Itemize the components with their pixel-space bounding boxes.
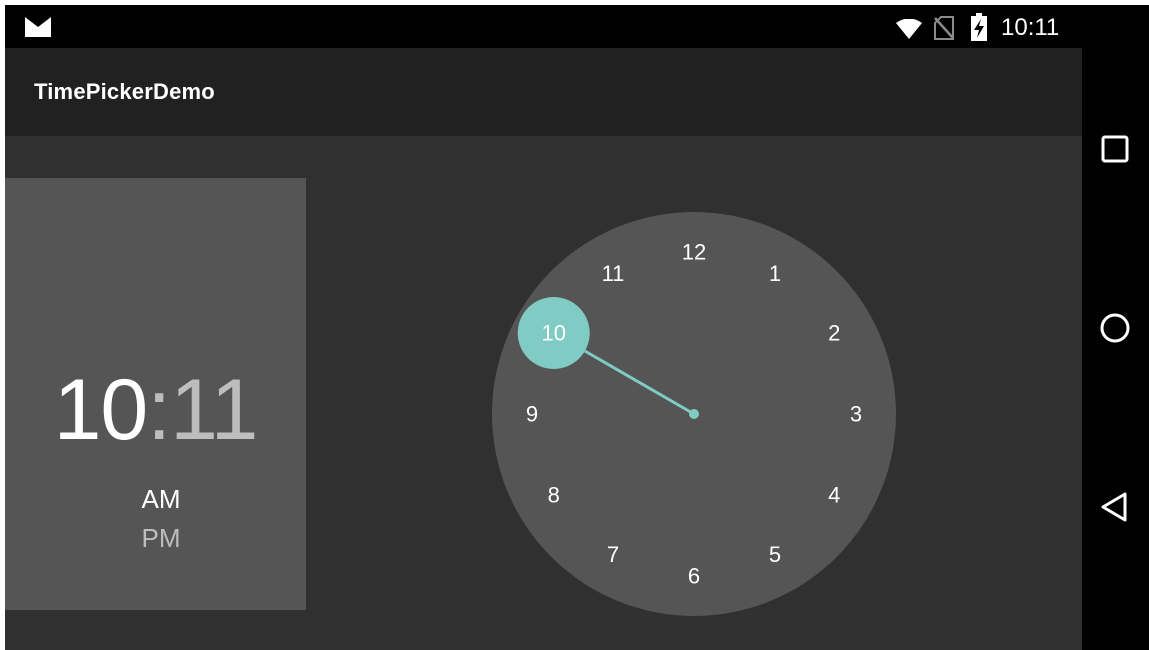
home-icon — [1100, 313, 1130, 343]
navigation-bar — [1082, 5, 1149, 650]
home-button[interactable] — [1097, 310, 1133, 346]
pm-toggle[interactable]: PM — [5, 523, 317, 553]
app-title: TimePickerDemo — [34, 79, 215, 104]
clock-number-8[interactable]: 8 — [548, 483, 560, 508]
clock-number-5[interactable]: 5 — [769, 542, 781, 567]
time-separator: : — [147, 362, 171, 458]
clock-number-7[interactable]: 7 — [607, 542, 619, 567]
clock-number-2[interactable]: 2 — [828, 321, 840, 346]
time-display: 10:11 — [5, 360, 306, 460]
clock-dial[interactable]: 121234567891011 — [492, 212, 896, 616]
clock-number-11[interactable]: 11 — [602, 261, 625, 286]
back-button[interactable] — [1097, 489, 1133, 525]
status-bar: 10:11 — [5, 5, 1082, 48]
status-time: 10:11 — [1001, 14, 1060, 41]
time-header: 10:11 AM PM — [5, 178, 306, 610]
clock-number-4[interactable]: 4 — [828, 483, 840, 508]
recents-icon — [1101, 135, 1129, 163]
clock-center-dot — [689, 409, 699, 419]
time-picker: 10:11 AM PM 12 1 2 3 4 5 6 7 8 9 10 11 — [5, 136, 1082, 650]
clock-number-1[interactable]: 1 — [769, 261, 781, 286]
clock-number-10[interactable]: 10 — [541, 321, 565, 346]
back-icon — [1101, 492, 1127, 522]
clock-number-12[interactable]: 12 — [682, 240, 706, 265]
minute-value[interactable]: 11 — [170, 362, 258, 458]
recents-button[interactable] — [1097, 131, 1133, 167]
am-toggle[interactable]: AM — [5, 484, 317, 514]
device-screen: 10:11 TimePickerDemo 10:11 AM PM 12 1 2 3 4 5… — [5, 5, 1149, 650]
clock-number-3[interactable]: 3 — [850, 402, 862, 427]
clock-number-6[interactable]: 6 — [688, 564, 700, 589]
app-bar: TimePickerDemo — [5, 48, 1082, 136]
clock-number-9[interactable]: 9 — [526, 402, 538, 427]
hour-value[interactable]: 10 — [54, 362, 149, 458]
